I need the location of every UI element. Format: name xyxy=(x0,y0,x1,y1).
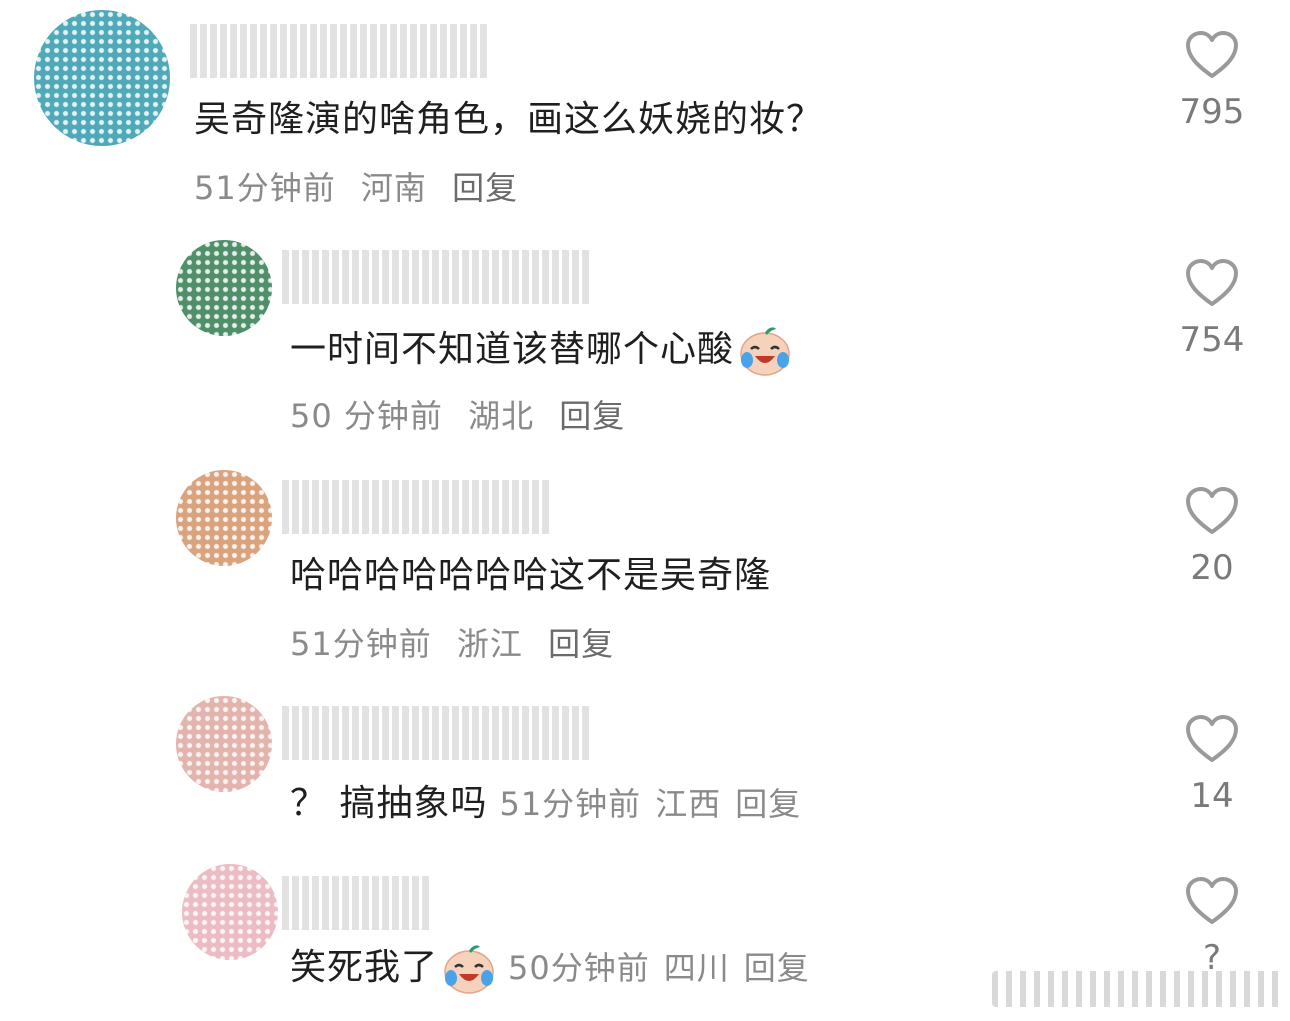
username[interactable] xyxy=(282,480,552,534)
comment-time: 51分钟前 xyxy=(499,785,642,823)
comment-location: 河南 xyxy=(360,169,427,207)
comment-time: 50 分钟前 xyxy=(290,397,443,435)
comment-time: 50分钟前 xyxy=(508,949,650,987)
comment-text: 哈哈哈哈哈哈哈这不是吴奇隆 xyxy=(290,555,772,596)
comment-location: 浙江 xyxy=(456,625,523,663)
avatar[interactable] xyxy=(176,696,272,792)
like-button[interactable]: 795 xyxy=(1152,30,1272,132)
heart-icon xyxy=(1186,877,1238,924)
username[interactable] xyxy=(282,250,592,304)
avatar[interactable] xyxy=(182,864,278,960)
heart-icon xyxy=(1186,715,1238,762)
comment-meta: 50分钟前 四川 回复 xyxy=(508,949,824,987)
heart-icon xyxy=(1186,259,1238,306)
like-count: 795 xyxy=(1179,92,1245,132)
comment-location: 四川 xyxy=(663,949,730,987)
avatar[interactable] xyxy=(34,10,170,146)
reply-button[interactable]: 回复 xyxy=(735,785,801,823)
reply-button[interactable]: 回复 xyxy=(744,949,810,987)
comment-meta: 51分钟前 浙江 回复 xyxy=(290,624,628,664)
like-count: 20 xyxy=(1190,548,1234,588)
comment-location: 湖北 xyxy=(468,397,535,435)
crying-laughing-emoji xyxy=(740,327,790,376)
crying-laughing-emoji xyxy=(444,945,494,994)
comment-text: 吴奇隆演的啥角色，画这么妖娆的妆？ xyxy=(194,99,824,140)
like-button[interactable]: 14 xyxy=(1152,714,1272,816)
comment-text: 笑死我了 50分钟前 四川 回复 xyxy=(290,942,824,996)
like-count: 754 xyxy=(1179,320,1245,360)
username[interactable] xyxy=(282,876,432,930)
like-button[interactable]: 754 xyxy=(1152,258,1272,360)
reply-button[interactable]: 回复 xyxy=(452,169,518,207)
comment-time: 51分钟前 xyxy=(194,169,336,207)
heart-icon xyxy=(1186,31,1238,78)
comment-text: ？ 搞抽象吗 51分钟前 江西 回复 xyxy=(290,782,815,826)
username[interactable] xyxy=(282,706,592,760)
comment-text: 一时间不知道该替哪个心酸 xyxy=(290,324,792,378)
comment-location: 江西 xyxy=(655,785,722,823)
reply-button[interactable]: 回复 xyxy=(548,625,614,663)
heart-icon xyxy=(1186,487,1238,534)
like-button[interactable]: ? xyxy=(1152,876,1272,978)
comment-time: 51分钟前 xyxy=(290,625,432,663)
username[interactable] xyxy=(190,24,490,78)
watermark xyxy=(992,971,1282,1007)
comment-meta: 51分钟前 河南 回复 xyxy=(194,168,532,208)
comment-meta: 51分钟前 江西 回复 xyxy=(499,785,815,823)
avatar[interactable] xyxy=(176,240,272,336)
like-count: 14 xyxy=(1190,776,1234,816)
reply-button[interactable]: 回复 xyxy=(559,397,625,435)
avatar[interactable] xyxy=(176,470,272,566)
comment-meta: 50 分钟前 湖北 回复 xyxy=(290,396,639,436)
like-button[interactable]: 20 xyxy=(1152,486,1272,588)
